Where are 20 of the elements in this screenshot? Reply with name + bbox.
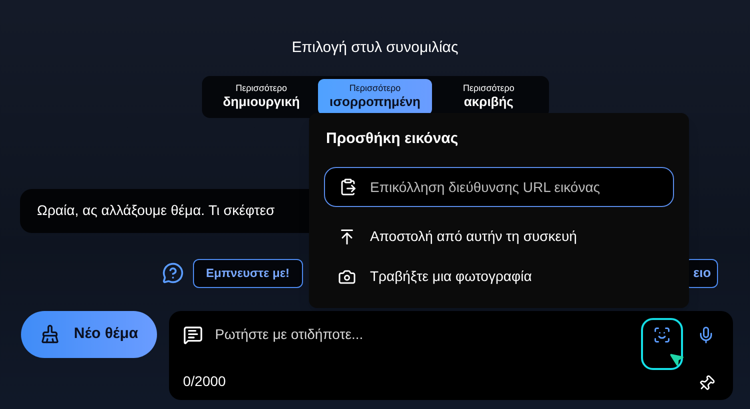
image-url-field[interactable]: Επικόλληση διεύθυνσης URL εικόνας [324,166,674,206]
style-heading: Επιλογή στυλ συνομιλίας [292,38,458,58]
popup-title: Προσθήκη εικόνας [325,129,460,149]
tone-tab[interactable]: Περισσότερο ακριβής [432,78,546,114]
help-icon[interactable] [162,262,184,284]
chat-icon [183,324,203,344]
broom-icon [40,324,60,344]
tone-tab[interactable]: Περισσότερο δημιουργική [204,78,318,114]
new-topic-button[interactable]: Νέο θέμα [21,310,157,358]
inspire-button[interactable]: Εμπνευστε με! [193,258,303,288]
menu-item[interactable]: Αποστολή από αυτήν τη συσκευή [370,226,577,247]
menu-item[interactable]: Τραβήξτε μια φωτογραφία [370,266,532,287]
camera-icon [338,268,356,286]
character-counter: 0/2000 [183,372,226,390]
upload-icon [338,228,356,246]
microphone-icon[interactable] [697,326,715,344]
scan-icon [653,326,671,344]
message-input[interactable]: Ρωτήστε με οτιδήποτε... [215,324,641,345]
paste-image-icon [339,178,357,196]
tone-tab[interactable]: Περισσότερο ισορροπημένη [318,78,432,114]
